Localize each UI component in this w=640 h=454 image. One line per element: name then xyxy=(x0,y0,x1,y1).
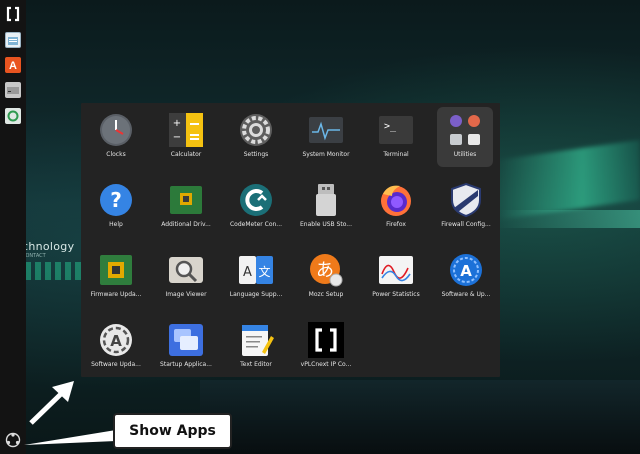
callout-pointer xyxy=(24,430,116,445)
show-apps-callout: Show Apps xyxy=(113,413,232,449)
annotation-layer xyxy=(24,381,116,445)
annotation-arrow xyxy=(29,381,74,425)
